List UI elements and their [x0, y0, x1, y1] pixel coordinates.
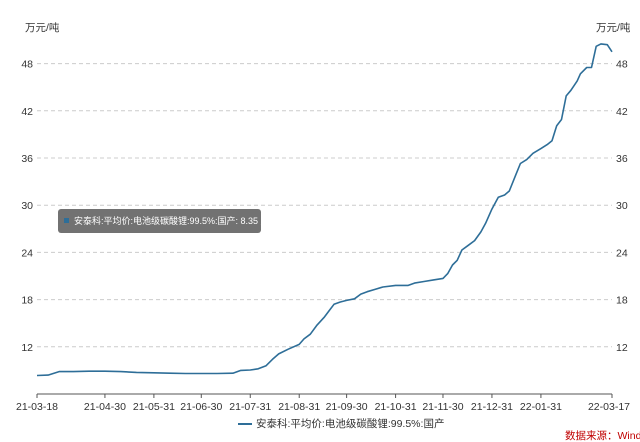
legend-label: 安泰科:平均价:电池级碳酸锂:99.5%:国产: [256, 417, 444, 430]
y-tick-label-left: 30: [21, 200, 33, 212]
line-chart: 万元/吨 万元/吨 12182430364248 12182430364248 …: [16, 21, 640, 442]
y-tick-label-right: 24: [616, 247, 628, 259]
y-tick-label-left: 18: [21, 295, 33, 307]
y-tick-label-right: 36: [616, 153, 628, 165]
y-axis-left: 12 18 24 30 36 42 48: [21, 59, 33, 354]
y-tick-label-left: 12: [21, 342, 33, 354]
x-tick-label: 21-12-31: [471, 401, 513, 413]
tooltip: 安泰科:平均价:电池级碳酸锂:99.5%:国产: 8.35 万元/吨: [58, 209, 290, 233]
y-tick-label-right: 30: [616, 200, 628, 212]
y-tick-label-left: 42: [21, 106, 33, 118]
source-note: 数据来源：Wind: [565, 429, 640, 442]
x-tick-label: 21-10-31: [375, 401, 417, 413]
tooltip-text: 安泰科:平均价:电池级碳酸锂:99.5%:国产: 8.35 万元/吨: [74, 215, 290, 226]
y-tick-label-right: 48: [616, 59, 628, 71]
y-tick-label-left: 24: [21, 247, 33, 259]
x-axis: 21-03-18 21-04-30 21-05-31 21-06-30 21-07-31…: [16, 394, 630, 413]
x-tick-label: 21-04-30: [84, 401, 126, 413]
tooltip-marker: [64, 218, 69, 223]
y-tick-label-left: 36: [21, 153, 33, 165]
legend[interactable]: 安泰科:平均价:电池级碳酸锂:99.5%:国产: [238, 417, 444, 430]
x-tick-label: 21-07-31: [229, 401, 271, 413]
x-tick-label: 21-03-18: [16, 401, 58, 413]
y-tick-label-left: 48: [21, 59, 33, 71]
y-axis-right: 12 18 24 30 36 42 48: [616, 59, 628, 354]
grid-lines: [37, 63, 612, 348]
y-axis-unit-right: 万元/吨: [596, 21, 631, 34]
x-tick-label: 22-01-31: [520, 401, 562, 413]
x-tick-label: 21-06-30: [180, 401, 222, 413]
y-tick-label-right: 42: [616, 106, 628, 118]
x-tick-label: 22-03-17: [588, 401, 630, 413]
x-tick-label: 21-05-31: [133, 401, 175, 413]
x-tick-label: 21-09-30: [326, 401, 368, 413]
x-tick-label: 21-08-31: [278, 401, 320, 413]
x-tick-label: 21-11-30: [422, 401, 463, 413]
y-axis-unit-left: 万元/吨: [25, 21, 60, 34]
y-tick-label-right: 18: [616, 295, 628, 307]
y-tick-label-right: 12: [616, 342, 628, 354]
